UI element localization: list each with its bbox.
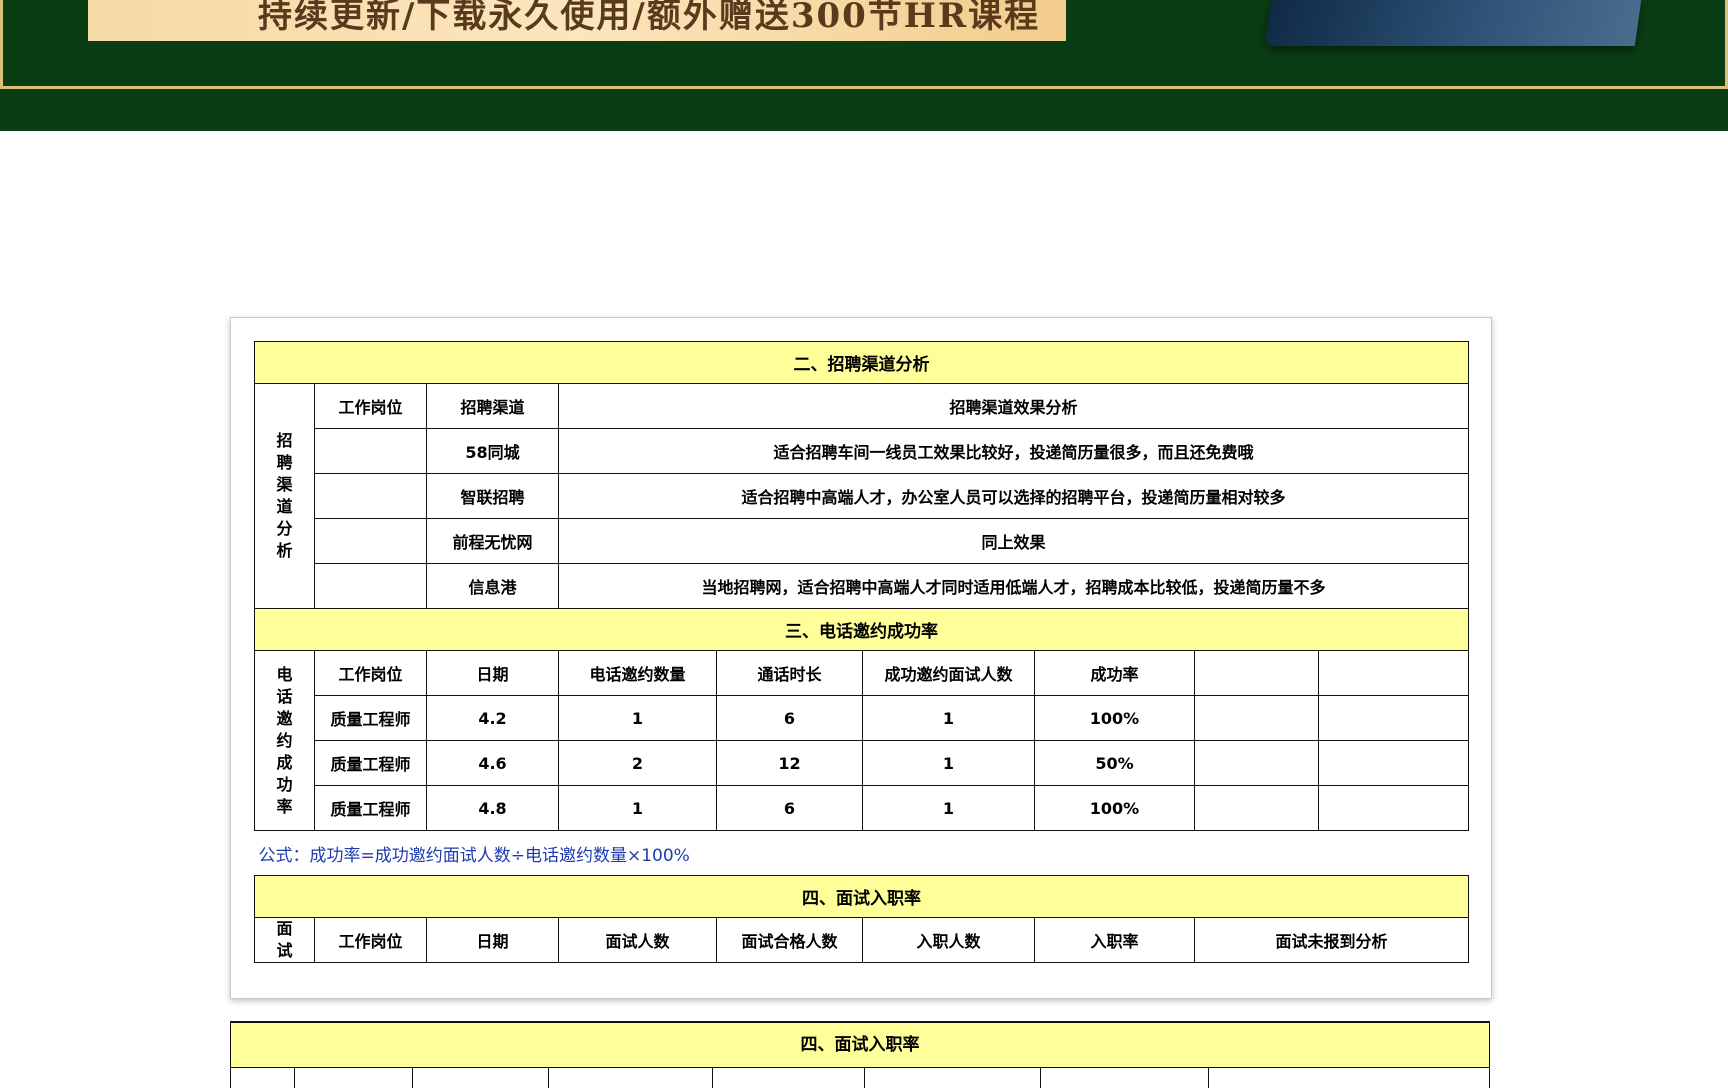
recruitment-table: 二、招聘渠道分析 招聘渠道分析 工作岗位 招聘渠道 招聘渠道效果分析 58同城 … — [253, 341, 1470, 963]
phone-row: 质量工程师 4.6 2 12 1 50% — [255, 740, 1470, 786]
side-label-phone: 电话邀约成功率 — [254, 650, 315, 831]
channel-name-cell: 智联招聘 — [426, 473, 559, 519]
book-image — [1264, 0, 1642, 46]
section-title-phone: 三、电话邀约成功率 — [253, 608, 1470, 651]
col-header-position: 工作岗位 — [314, 383, 427, 429]
channel-position-cell — [314, 518, 427, 564]
cell: 质量工程师 — [314, 740, 427, 786]
banner-strip: 持续更新/下载永久使用/额外赠送300节HR课程 — [88, 0, 1066, 41]
column-line — [412, 1068, 413, 1088]
cell: 1 — [862, 695, 1035, 741]
channel-analysis-cell: 同上效果 — [557, 518, 1470, 564]
next-page-column-lines — [230, 1068, 1490, 1088]
col-header-call-count: 电话邀约数量 — [558, 650, 717, 696]
column-line — [230, 1068, 231, 1088]
col-header-empty — [1317, 650, 1470, 696]
col-header-interviewees: 面试人数 — [558, 917, 717, 963]
column-line — [712, 1068, 713, 1088]
col-header-qualified: 面试合格人数 — [716, 917, 863, 963]
col-header-position: 工作岗位 — [314, 650, 427, 696]
channel-name-cell: 前程无忧网 — [426, 518, 559, 564]
channel-analysis-cell: 适合招聘中高端人才，办公室人员可以选择的招聘平台，投递简历量相对较多 — [557, 473, 1470, 519]
channel-section-header-row: 二、招聘渠道分析 — [253, 341, 1470, 384]
cell: 4.8 — [426, 785, 559, 831]
col-header-date: 日期 — [426, 917, 559, 963]
channel-analysis-cell: 当地招聘网，适合招聘中高端人才同时适用低端人才，招聘成本比较低，投递简历量不多 — [557, 563, 1470, 609]
col-header-no-show-analysis: 面试未报到分析 — [1193, 917, 1470, 963]
cell: 1 — [862, 740, 1035, 786]
cell: 6 — [716, 785, 863, 831]
channel-header-row: 招聘渠道分析 工作岗位 招聘渠道 招聘渠道效果分析 — [254, 383, 1470, 609]
cell — [1317, 785, 1470, 831]
formula-row: 公式：成功率=成功邀约面试人数÷电话邀约数量×100% — [255, 831, 1469, 876]
cell — [1194, 785, 1319, 831]
cell: 4.2 — [426, 695, 559, 741]
channel-analysis-cell: 适合招聘车间一线员工效果比较好，投递简历量很多，而且还免费哦 — [557, 428, 1470, 474]
channel-position-cell — [314, 473, 427, 519]
cell: 1 — [558, 695, 717, 741]
col-header-analysis: 招聘渠道效果分析 — [557, 383, 1470, 429]
phone-section-header-row: 三、电话邀约成功率 — [253, 608, 1470, 651]
column-line — [1040, 1068, 1041, 1088]
phone-header-row: 电话邀约成功率 工作岗位 日期 电话邀约数量 通话时长 成功邀约面试人数 成功率 — [254, 650, 1470, 831]
col-header-empty — [1194, 650, 1319, 696]
col-header-invited: 成功邀约面试人数 — [862, 650, 1035, 696]
cell: 1 — [862, 785, 1035, 831]
channel-row: 智联招聘 适合招聘中高端人才，办公室人员可以选择的招聘平台，投递简历量相对较多 — [255, 473, 1470, 519]
cell — [1317, 695, 1470, 741]
side-label-interview: 面试 — [254, 917, 315, 963]
next-page-section-title: 四、面试入职率 — [230, 1022, 1490, 1068]
banner-text: 持续更新/下载永久使用/额外赠送300节HR课程 — [258, 0, 1041, 36]
side-label-channel: 招聘渠道分析 — [254, 383, 315, 609]
col-header-onboard-rate: 入职率 — [1034, 917, 1195, 963]
promo-banner: 持续更新/下载永久使用/额外赠送300节HR课程 — [0, 0, 1728, 131]
col-header-success-rate: 成功率 — [1034, 650, 1195, 696]
cell — [1194, 740, 1319, 786]
col-header-position: 工作岗位 — [314, 917, 427, 963]
document-preview-card: 二、招聘渠道分析 招聘渠道分析 工作岗位 招聘渠道 招聘渠道效果分析 58同城 … — [230, 317, 1492, 999]
spreadsheet: 二、招聘渠道分析 招聘渠道分析 工作岗位 招聘渠道 招聘渠道效果分析 58同城 … — [253, 341, 1470, 963]
column-line — [1489, 1068, 1490, 1088]
channel-row: 前程无忧网 同上效果 — [255, 518, 1470, 564]
column-line — [864, 1068, 865, 1088]
col-header-call-duration: 通话时长 — [716, 650, 863, 696]
formula-note: 公式：成功率=成功邀约面试人数÷电话邀约数量×100% — [258, 845, 690, 866]
cell: 1 — [558, 785, 717, 831]
column-line — [548, 1068, 549, 1088]
phone-row: 质量工程师 4.8 1 6 1 100% — [255, 785, 1470, 831]
col-header-onboarded: 入职人数 — [862, 917, 1035, 963]
next-page-preview: 四、面试入职率 — [230, 1021, 1490, 1092]
section-title-interview: 四、面试入职率 — [253, 875, 1470, 918]
channel-position-cell — [314, 428, 427, 474]
column-line — [294, 1068, 295, 1088]
channel-row: 信息港 当地招聘网，适合招聘中高端人才同时适用低端人才，招聘成本比较低，投递简历… — [255, 563, 1470, 609]
cell: 质量工程师 — [314, 695, 427, 741]
interview-section-header-row: 四、面试入职率 — [253, 875, 1470, 918]
cell: 6 — [716, 695, 863, 741]
cell: 12 — [716, 740, 863, 786]
cell: 4.6 — [426, 740, 559, 786]
col-header-channel: 招聘渠道 — [426, 383, 559, 429]
channel-name-cell: 信息港 — [426, 563, 559, 609]
channel-position-cell — [314, 563, 427, 609]
cell — [1194, 695, 1319, 741]
col-header-date: 日期 — [426, 650, 559, 696]
channel-name-cell: 58同城 — [426, 428, 559, 474]
section-title-channel: 二、招聘渠道分析 — [253, 341, 1470, 384]
cell: 质量工程师 — [314, 785, 427, 831]
cell: 100% — [1034, 785, 1195, 831]
phone-row: 质量工程师 4.2 1 6 1 100% — [255, 695, 1470, 741]
cell: 50% — [1034, 740, 1195, 786]
interview-header-row: 面试 工作岗位 日期 面试人数 面试合格人数 入职人数 入职率 面试未报到分析 — [254, 917, 1470, 963]
cell: 100% — [1034, 695, 1195, 741]
channel-row: 58同城 适合招聘车间一线员工效果比较好，投递简历量很多，而且还免费哦 — [255, 428, 1470, 474]
cell: 2 — [558, 740, 717, 786]
column-line — [1208, 1068, 1209, 1088]
cell — [1317, 740, 1470, 786]
